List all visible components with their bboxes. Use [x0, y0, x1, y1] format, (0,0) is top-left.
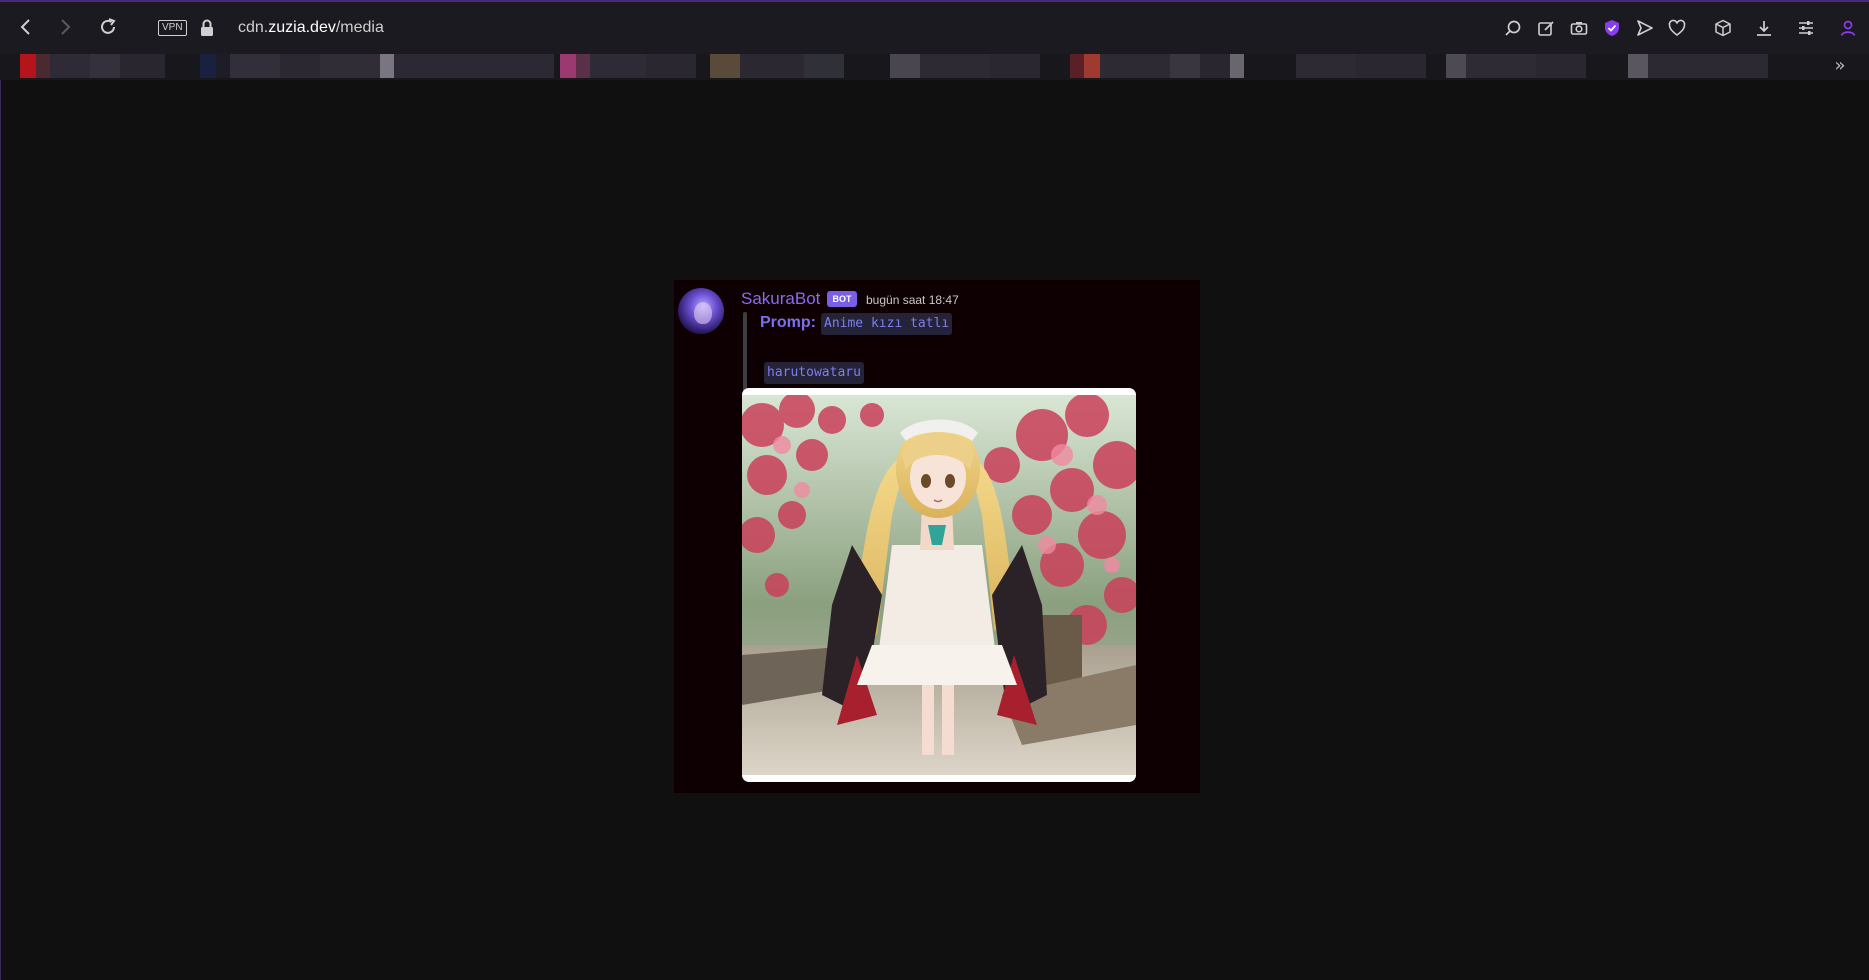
author-tag: harutowataru [764, 362, 864, 384]
profile-icon [1840, 20, 1856, 36]
vpn-badge[interactable]: VPN [158, 20, 187, 36]
easy-setup-button[interactable] [1794, 16, 1818, 40]
bookmark-item[interactable] [560, 54, 696, 78]
profile-button[interactable] [1836, 16, 1860, 40]
bot-avatar[interactable] [678, 288, 724, 334]
message-timestamp: bugün saat 18:47 [866, 293, 959, 307]
heart-icon [1668, 19, 1686, 37]
url-domain: zuzia.dev [268, 19, 336, 36]
edit-icon [1538, 21, 1554, 36]
anime-girl-image [742, 395, 1136, 775]
bookmark-item[interactable] [1070, 54, 1244, 78]
reload-button[interactable] [97, 16, 119, 38]
lock-icon[interactable] [200, 19, 214, 37]
window-edge [0, 80, 1, 980]
downloads-button[interactable] [1752, 16, 1776, 40]
search-tool-button[interactable] [1501, 16, 1525, 40]
search-icon [1505, 20, 1521, 36]
address-bar[interactable]: cdn.zuzia.dev/media [238, 19, 384, 37]
bookmarks-bar: » [0, 54, 1869, 80]
bookmark-item[interactable] [890, 54, 1040, 78]
bookmark-item[interactable] [200, 54, 554, 78]
download-icon [1757, 21, 1771, 36]
bookmark-item[interactable] [1446, 54, 1586, 78]
shield-icon [1605, 20, 1619, 36]
forward-button[interactable] [54, 16, 76, 38]
screenshot-button[interactable] [1567, 16, 1591, 40]
bookmarks-overflow-button[interactable]: » [1829, 55, 1851, 77]
send-button[interactable] [1633, 16, 1657, 40]
message-screenshot: SakuraBot BOT bugün saat 18:47 Promp: An… [674, 280, 1200, 793]
camera-icon [1570, 22, 1588, 35]
forward-icon [61, 19, 71, 35]
send-icon [1637, 20, 1653, 36]
bookmark-item[interactable] [20, 54, 165, 78]
url-prefix: cdn. [238, 19, 269, 36]
bookmark-item[interactable] [1296, 54, 1426, 78]
bookmark-item[interactable] [710, 54, 844, 78]
prompt-label: Promp: [760, 314, 816, 331]
reload-icon [101, 18, 116, 34]
back-icon [20, 19, 30, 35]
prompt-text: Anime kızı tatlı [821, 313, 953, 335]
url-path: /media [335, 19, 384, 36]
favorites-button[interactable] [1665, 16, 1689, 40]
shield-button[interactable] [1600, 16, 1624, 40]
settings-icon [1799, 21, 1813, 35]
bot-username[interactable]: SakuraBot [741, 289, 820, 309]
box-icon [1715, 19, 1731, 37]
back-button[interactable] [15, 16, 37, 38]
bookmark-item[interactable] [1628, 54, 1768, 78]
bot-tag-badge: BOT [827, 291, 857, 307]
generated-image[interactable] [742, 388, 1136, 782]
extensions-button[interactable] [1711, 16, 1735, 40]
edit-tool-button[interactable] [1534, 16, 1558, 40]
browser-toolbar: VPN cdn.zuzia.dev/media [0, 0, 1869, 54]
